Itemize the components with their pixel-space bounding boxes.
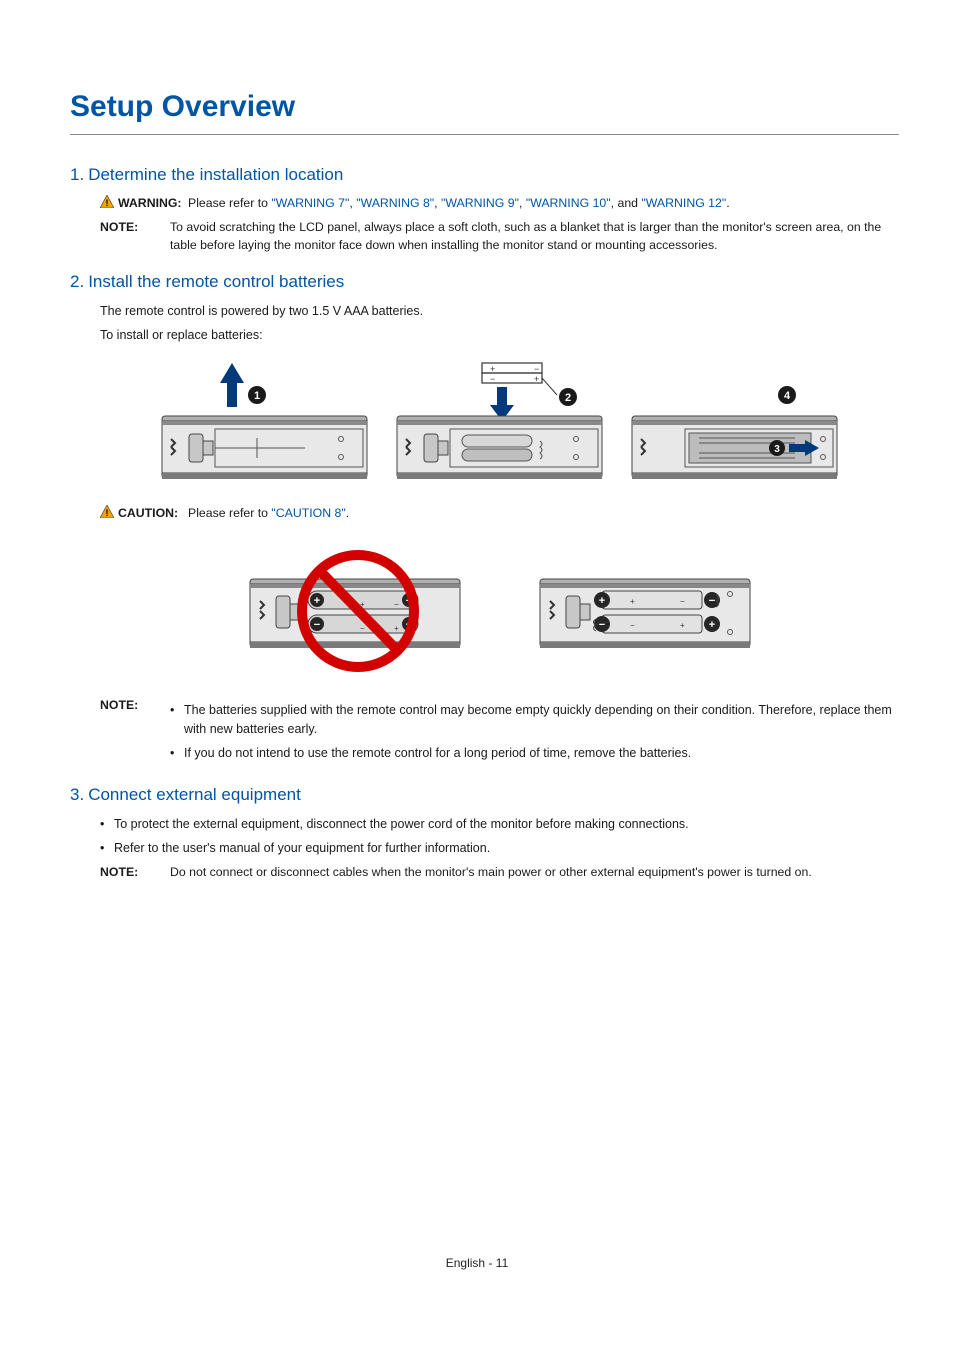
svg-text:!: !: [106, 198, 109, 208]
title-rule: [70, 134, 899, 135]
svg-text:−: −: [360, 624, 365, 633]
s2-figure-row-1: 1: [100, 361, 899, 491]
section-2-num: 2.: [70, 272, 84, 291]
svg-text:+: +: [630, 597, 635, 606]
footer-page-number: 11: [496, 1256, 508, 1270]
svg-text:2: 2: [565, 392, 571, 404]
link-warning-9[interactable]: "WARNING 9": [441, 196, 519, 210]
section-2-text: Install the remote control batteries: [88, 272, 344, 291]
s1-warning-body: Please refer to "WARNING 7", "WARNING 8"…: [188, 195, 899, 213]
section-1-num: 1.: [70, 165, 84, 184]
s2-note-row: NOTE: •The batteries supplied with the r…: [100, 697, 899, 767]
svg-text:−: −: [708, 595, 714, 607]
link-caution-8[interactable]: "CAUTION 8": [271, 506, 345, 520]
svg-text:4: 4: [784, 390, 791, 402]
s2-caution-row: ! CAUTION: Please refer to "CAUTION 8".: [100, 505, 899, 523]
s3-note-row: NOTE: Do not connect or disconnect cable…: [100, 864, 899, 882]
caution-icon: !: [100, 505, 114, 523]
svg-text:+: +: [680, 621, 685, 630]
battery-step-3-figure: 4: [627, 361, 842, 491]
svg-text:−: −: [534, 364, 539, 374]
section-3-num: 3.: [70, 785, 84, 804]
s2-intro-1: The remote control is powered by two 1.5…: [100, 302, 899, 321]
svg-text:+: +: [394, 624, 399, 633]
svg-text:+: +: [313, 595, 319, 607]
page-footer: English - 11: [0, 1256, 954, 1270]
svg-text:+: +: [708, 619, 714, 631]
svg-text:−: −: [394, 600, 399, 609]
link-warning-12[interactable]: "WARNING 12": [641, 196, 726, 210]
svg-text:−: −: [490, 374, 495, 384]
s2-intro-2: To install or replace batteries:: [100, 326, 899, 345]
svg-text:1: 1: [254, 390, 260, 402]
section-2-heading: 2.Install the remote control batteries: [70, 272, 899, 292]
s3-note-text: Do not connect or disconnect cables when…: [170, 864, 899, 882]
footer-lang: English: [446, 1256, 485, 1270]
section-1-heading: 1.Determine the installation location: [70, 165, 899, 185]
section-1-text: Determine the installation location: [88, 165, 343, 184]
s2-note-bullet-1: •The batteries supplied with the remote …: [170, 701, 899, 740]
link-warning-7[interactable]: "WARNING 7": [271, 196, 349, 210]
svg-text:+: +: [598, 595, 604, 607]
warning-label: WARNING:: [118, 195, 188, 213]
battery-wrong-figure: + − +− − + −+: [240, 539, 470, 679]
svg-text:3: 3: [774, 444, 780, 455]
svg-text:+: +: [490, 364, 495, 374]
svg-text:!: !: [106, 508, 109, 518]
svg-text:−: −: [680, 597, 685, 606]
note-label: NOTE:: [100, 219, 170, 255]
s2-figure-row-2: + − + − − + − +: [100, 539, 899, 679]
battery-step-1-figure: 1: [157, 361, 372, 491]
note-label: NOTE:: [100, 697, 170, 767]
s3-bullet-2: •Refer to the user's manual of your equi…: [100, 839, 899, 858]
note-label: NOTE:: [100, 864, 170, 882]
s1-warning-row: ! WARNING: Please refer to "WARNING 7", …: [100, 195, 899, 213]
svg-text:−: −: [598, 619, 604, 631]
section-3-text: Connect external equipment: [88, 785, 301, 804]
page-content: Setup Overview 1.Determine the installat…: [0, 0, 954, 928]
warning-icon: !: [100, 195, 114, 213]
battery-step-2-figure: + − − + 2: [392, 361, 607, 491]
s1-note-text: To avoid scratching the LCD panel, alway…: [170, 219, 899, 255]
page-title: Setup Overview: [70, 90, 899, 124]
link-warning-10[interactable]: "WARNING 10": [526, 196, 611, 210]
svg-text:−: −: [630, 621, 635, 630]
link-warning-8[interactable]: "WARNING 8": [356, 196, 434, 210]
s3-bullet-1: •To protect the external equipment, disc…: [100, 815, 899, 834]
section-3-heading: 3.Connect external equipment: [70, 785, 899, 805]
svg-text:+: +: [534, 374, 539, 384]
svg-text:−: −: [313, 619, 319, 631]
s2-note-bullet-2: •If you do not intend to use the remote …: [170, 744, 899, 763]
s2-caution-body: Please refer to "CAUTION 8".: [188, 505, 899, 523]
caution-label: CAUTION:: [118, 505, 188, 523]
s1-note-row: NOTE: To avoid scratching the LCD panel,…: [100, 219, 899, 255]
battery-correct-figure: + − + − − + − +: [530, 539, 760, 679]
